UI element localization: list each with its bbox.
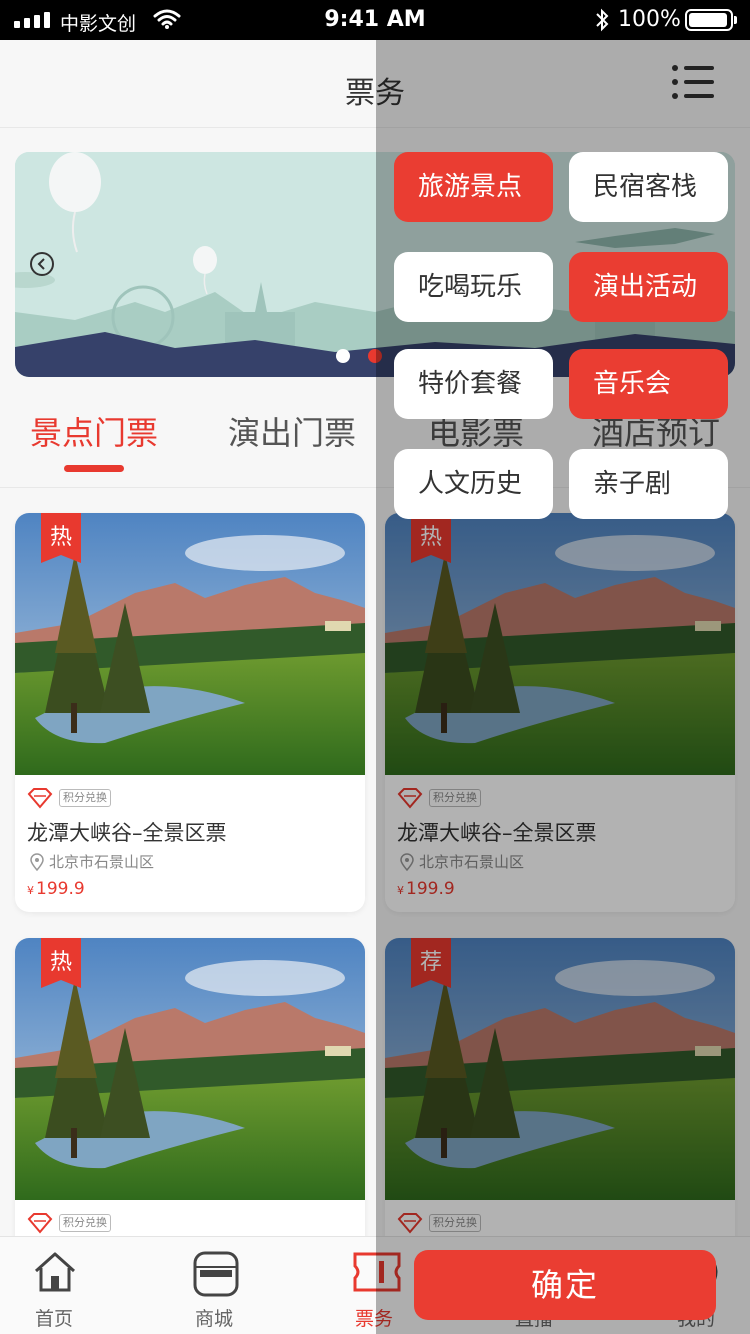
banner-dot[interactable]: [336, 349, 350, 363]
battery-percent: 100%: [618, 7, 681, 32]
nav-label: 首页: [34, 1308, 73, 1330]
filter-chip-performances[interactable]: 演出活动: [569, 252, 728, 322]
filter-chip-concerts[interactable]: 音乐会: [569, 349, 728, 419]
filter-overlay[interactable]: [376, 40, 750, 1334]
status-bar: 中影文创 9:41 AM 100%: [0, 0, 750, 40]
nav-home[interactable]: 首页: [4, 1237, 104, 1334]
active-tab-indicator: [64, 465, 124, 472]
ticket-card[interactable]: 热 积分兑换 龙潭大峡谷–全景区票 北京市石景山区 ¥199.9: [15, 513, 365, 912]
price-value: 199.9: [36, 879, 85, 899]
battery-icon: [685, 9, 737, 31]
home-icon: [34, 1252, 76, 1292]
filter-chip-special-deals[interactable]: 特价套餐: [394, 349, 553, 419]
filter-chip-culture-history[interactable]: 人文历史: [394, 449, 553, 519]
points-exchange-tag: 积分兑换: [59, 1214, 111, 1232]
confirm-button[interactable]: 确定: [414, 1250, 716, 1320]
filter-chip-family-shows[interactable]: 亲子剧: [569, 449, 728, 519]
nav-shop[interactable]: 商城: [164, 1237, 264, 1334]
diamond-icon: [27, 1213, 53, 1234]
bluetooth-icon: [594, 7, 610, 37]
tab-show-tickets[interactable]: 演出门票: [228, 408, 356, 454]
nav-label: 商城: [194, 1308, 233, 1330]
filter-chip-tourist-spots[interactable]: 旅游景点: [394, 152, 553, 222]
ticket-location: 北京市石景山区: [49, 853, 155, 871]
shop-icon: [193, 1251, 239, 1297]
filter-chip-homestays[interactable]: 民宿客栈: [569, 152, 728, 222]
filter-chip-food-fun[interactable]: 吃喝玩乐: [394, 252, 553, 322]
ticket-card[interactable]: 热 积分兑换: [15, 938, 365, 1258]
banner-prev-button[interactable]: [30, 252, 54, 276]
currency-symbol: ¥: [27, 884, 34, 897]
diamond-icon: [27, 788, 53, 809]
location-pin-icon: [30, 853, 44, 871]
ticket-name: 龙潭大峡谷–全景区票: [27, 821, 227, 845]
points-exchange-tag: 积分兑换: [59, 789, 111, 807]
tab-scenic-tickets[interactable]: 景点门票: [30, 408, 158, 454]
ticket-price: ¥199.9: [27, 879, 85, 899]
